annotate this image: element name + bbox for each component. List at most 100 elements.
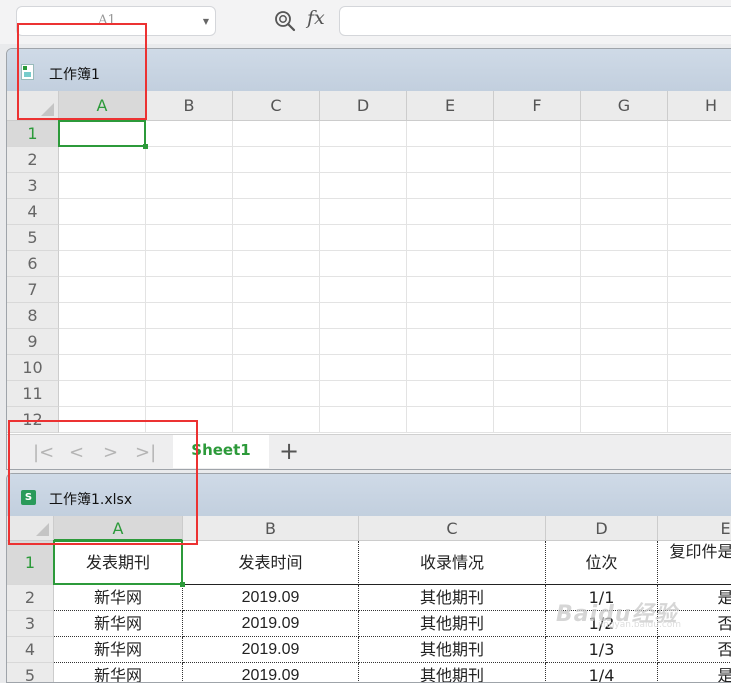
grid-cell[interactable] <box>494 329 581 355</box>
column-header-e[interactable]: E <box>407 91 494 121</box>
row-header-2[interactable]: 2 <box>7 147 59 173</box>
column-header-d[interactable]: D <box>320 91 407 121</box>
row-header-6[interactable]: 6 <box>7 251 59 277</box>
row-header-7[interactable]: 7 <box>7 277 59 303</box>
grid-cell[interactable] <box>146 277 233 303</box>
grid-cell[interactable] <box>581 173 668 199</box>
grid-cell[interactable] <box>581 147 668 173</box>
grid-cell[interactable] <box>146 251 233 277</box>
grid-cell[interactable] <box>668 121 731 147</box>
table-cell[interactable]: 新华网 <box>54 585 183 611</box>
table-cell[interactable]: 其他期刊 <box>359 611 546 637</box>
grid-cell[interactable] <box>233 173 320 199</box>
grid-cell[interactable] <box>233 355 320 381</box>
grid-cell[interactable] <box>233 277 320 303</box>
table-cell[interactable]: 否 <box>658 637 731 663</box>
grid-cell[interactable] <box>146 381 233 407</box>
grid-cell[interactable] <box>146 173 233 199</box>
select-all-corner[interactable] <box>7 516 54 541</box>
grid-cell[interactable] <box>407 303 494 329</box>
grid-cell[interactable] <box>407 225 494 251</box>
grid-cell[interactable] <box>320 147 407 173</box>
column-header-g[interactable]: G <box>581 91 668 121</box>
grid-cell[interactable] <box>581 407 668 433</box>
grid-cell[interactable] <box>668 303 731 329</box>
grid-cell[interactable] <box>494 303 581 329</box>
column-header-a[interactable]: A <box>54 516 183 541</box>
grid-cell[interactable] <box>233 225 320 251</box>
grid-cell[interactable] <box>668 407 731 433</box>
grid-cell[interactable] <box>494 199 581 225</box>
table-cell[interactable]: 新华网 <box>54 611 183 637</box>
grid-cell[interactable] <box>59 355 146 381</box>
grid-cell[interactable] <box>233 407 320 433</box>
grid-cell[interactable] <box>581 225 668 251</box>
table-cell[interactable]: 1/4 <box>546 663 658 682</box>
grid-cell[interactable] <box>668 355 731 381</box>
grid-cell[interactable] <box>59 199 146 225</box>
column-header-f[interactable]: F <box>494 91 581 121</box>
grid-cell[interactable] <box>233 303 320 329</box>
table-cell[interactable]: 其他期刊 <box>359 637 546 663</box>
row-header-1[interactable]: 1 <box>7 541 54 585</box>
table-cell[interactable]: 2019.09 <box>183 663 359 682</box>
row-header-4[interactable]: 4 <box>7 199 59 225</box>
grid-cell[interactable] <box>233 121 320 147</box>
grid-cell[interactable] <box>146 355 233 381</box>
grid-cell[interactable] <box>320 355 407 381</box>
grid-cell[interactable] <box>146 407 233 433</box>
column-header-e[interactable]: E <box>658 516 731 541</box>
grid-cell[interactable] <box>668 147 731 173</box>
grid-cell[interactable] <box>146 199 233 225</box>
table-cell[interactable]: 1/3 <box>546 637 658 663</box>
select-all-corner[interactable] <box>7 91 59 121</box>
grid-cell[interactable] <box>581 251 668 277</box>
grid-cell[interactable] <box>146 225 233 251</box>
grid-cell[interactable] <box>668 251 731 277</box>
table-header-cell[interactable]: 发表时间 <box>183 541 359 585</box>
table-cell[interactable]: 2019.09 <box>183 611 359 637</box>
grid-cell[interactable] <box>407 121 494 147</box>
grid-cell[interactable] <box>233 251 320 277</box>
grid-cell[interactable] <box>494 407 581 433</box>
table-header-cell[interactable]: 发表期刊 <box>54 541 183 585</box>
table-cell[interactable]: 新华网 <box>54 637 183 663</box>
grid-cell[interactable] <box>320 277 407 303</box>
grid-cell[interactable] <box>146 147 233 173</box>
grid-cell[interactable] <box>320 407 407 433</box>
grid-cell[interactable] <box>146 121 233 147</box>
grid-cell[interactable] <box>320 225 407 251</box>
grid-cell[interactable] <box>407 199 494 225</box>
table-cell[interactable]: 其他期刊 <box>359 585 546 611</box>
row-header-3[interactable]: 3 <box>7 611 54 637</box>
grid-cell[interactable] <box>494 173 581 199</box>
grid-cell[interactable] <box>320 173 407 199</box>
grid-cell[interactable] <box>407 173 494 199</box>
grid-cell[interactable] <box>320 251 407 277</box>
grid-cell[interactable] <box>320 303 407 329</box>
grid-cell[interactable] <box>581 199 668 225</box>
grid-cell[interactable] <box>59 147 146 173</box>
grid-cell[interactable] <box>494 121 581 147</box>
grid-cell[interactable] <box>59 381 146 407</box>
grid-cell[interactable] <box>146 329 233 355</box>
grid-cell[interactable] <box>581 329 668 355</box>
grid-cell[interactable] <box>59 277 146 303</box>
grid-cell[interactable] <box>59 225 146 251</box>
last-sheet-icon[interactable]: >| <box>135 442 156 463</box>
grid-cell[interactable] <box>233 147 320 173</box>
grid-cell[interactable] <box>59 173 146 199</box>
grid-cell[interactable] <box>320 199 407 225</box>
grid-cell[interactable] <box>59 329 146 355</box>
grid-cell[interactable] <box>59 251 146 277</box>
grid-cell[interactable] <box>407 147 494 173</box>
row-header-2[interactable]: 2 <box>7 585 54 611</box>
grid-cell[interactable] <box>668 329 731 355</box>
grid-cell[interactable] <box>668 277 731 303</box>
grid-cell[interactable] <box>407 355 494 381</box>
table-header-cell[interactable]: 复印件是否提交 <box>658 541 731 585</box>
table-cell[interactable]: 2019.09 <box>183 637 359 663</box>
table-cell[interactable]: 2019.09 <box>183 585 359 611</box>
next-sheet-icon[interactable]: > <box>103 442 118 463</box>
sheet-tab-sheet1[interactable]: Sheet1 <box>173 435 269 468</box>
